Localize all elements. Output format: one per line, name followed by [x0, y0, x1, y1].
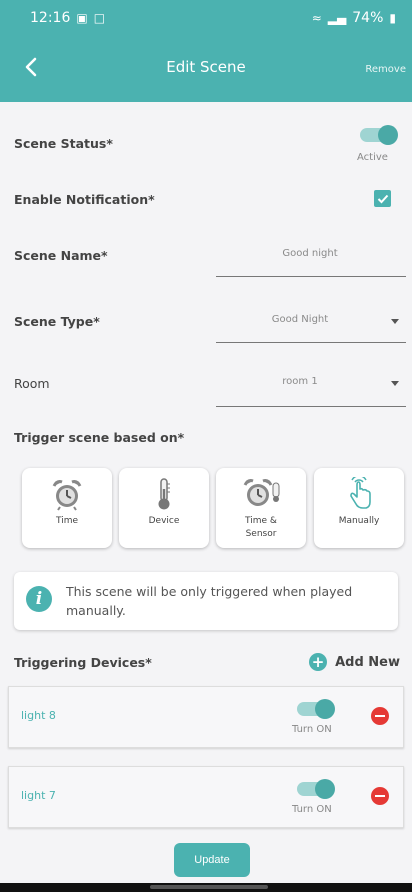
gallery-icon: ▣	[76, 11, 88, 25]
minus-icon	[375, 795, 385, 797]
add-new-label: Add New	[335, 654, 400, 670]
update-button[interactable]: Update	[174, 843, 250, 877]
device-toggle[interactable]	[297, 699, 335, 719]
battery-icon: ▮	[389, 11, 396, 25]
room-underline	[216, 406, 406, 407]
plus-icon: +	[309, 653, 328, 671]
scene-status-toggle[interactable]	[360, 125, 398, 145]
scene-status-caption: Active	[357, 152, 388, 163]
device-toggle[interactable]	[297, 779, 335, 799]
triggering-devices-label: Triggering Devices*	[14, 655, 152, 670]
add-new-button[interactable]: + Add New	[309, 653, 400, 671]
remove-button[interactable]: Remove	[365, 64, 406, 75]
enable-notification-label: Enable Notification*	[14, 192, 155, 207]
trigger-option-label: Manually	[338, 516, 380, 526]
device-item: light 8 Turn ON	[8, 686, 404, 748]
room-select[interactable]: room 1	[216, 376, 384, 387]
info-text: This scene will be only triggered when p…	[66, 584, 353, 618]
room-label: Room	[14, 376, 50, 391]
toggle-knob	[315, 699, 335, 719]
trigger-option-time-sensor[interactable]: Time & Sensor	[216, 468, 306, 548]
home-indicator[interactable]	[150, 885, 268, 889]
minus-icon	[375, 715, 385, 717]
status-time: 12:16	[30, 10, 71, 26]
screenshot-icon: □	[93, 11, 106, 25]
wifi-icon: ≈	[311, 11, 322, 25]
remove-device-button[interactable]	[371, 707, 389, 725]
thermometer-icon	[158, 478, 170, 510]
alarm-sensor-icon	[243, 479, 280, 506]
trigger-option-label: Time	[55, 516, 79, 526]
device-name: light 7	[21, 789, 56, 802]
page-title: Edit Scene	[166, 58, 246, 76]
scene-name-underline	[216, 276, 406, 277]
trigger-option-device[interactable]: Device	[119, 468, 209, 548]
scene-type-label: Scene Type*	[14, 314, 100, 329]
app-bar: Edit Scene Remove	[0, 36, 412, 102]
status-right: ≈ ▂▄ 74% ▮	[312, 10, 396, 26]
scene-type-underline	[216, 342, 406, 343]
system-nav-bar	[0, 883, 412, 892]
scene-status-label: Scene Status*	[14, 136, 113, 151]
battery-percent: 74%	[352, 10, 384, 26]
status-bar: 12:16 ▣ □ ≈ ▂▄ 74% ▮	[0, 0, 412, 36]
status-left: 12:16 ▣ □	[30, 10, 105, 26]
info-icon: i	[26, 586, 52, 612]
remove-device-button[interactable]	[371, 787, 389, 805]
device-item: light 7 Turn ON	[8, 766, 404, 828]
toggle-knob	[378, 125, 398, 145]
check-icon	[377, 194, 388, 203]
chevron-down-icon[interactable]	[391, 381, 399, 386]
info-box: i This scene will be only triggered when…	[14, 572, 398, 630]
device-toggle-caption: Turn ON	[292, 724, 332, 735]
scene-form: Scene Status* Active Enable Notification…	[0, 102, 412, 835]
toggle-knob	[315, 779, 335, 799]
device-name: light 8	[21, 709, 56, 722]
hand-tap-icon	[350, 477, 371, 509]
alarm-clock-icon	[52, 480, 82, 511]
scene-type-select[interactable]: Good Night	[216, 314, 384, 325]
trigger-option-manually[interactable]: Manually	[314, 468, 404, 548]
trigger-option-label: Device	[148, 516, 180, 526]
chevron-down-icon[interactable]	[391, 319, 399, 324]
bottom-bar: Update	[0, 835, 412, 883]
enable-notification-checkbox[interactable]	[374, 190, 391, 207]
trigger-option-time[interactable]: Time	[22, 468, 112, 548]
scene-name-label: Scene Name*	[14, 248, 108, 263]
signal-icon: ▂▄	[327, 11, 347, 25]
device-toggle-caption: Turn ON	[292, 804, 332, 815]
scene-name-input[interactable]: Good night	[216, 248, 404, 259]
trigger-option-label: Time & Sensor	[245, 516, 277, 539]
trigger-label: Trigger scene based on*	[14, 430, 185, 445]
